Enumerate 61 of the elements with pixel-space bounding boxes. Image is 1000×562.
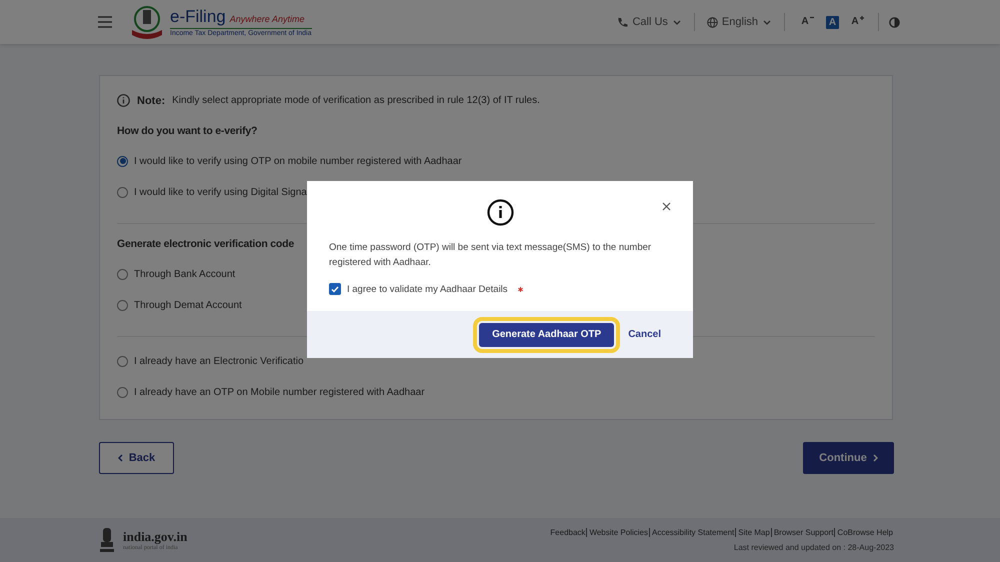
footer-link[interactable]: CoBrowse Help [834,528,894,537]
plus-icon [860,16,864,20]
option-label: I already have an OTP on Mobile number registered with Aadhaar [134,386,425,398]
agree-label: I agree to validate my Aadhaar Details [347,284,508,294]
close-icon [662,202,671,211]
cancel-button[interactable]: Cancel [628,329,661,340]
radio-option[interactable]: I already have an OTP on Mobile number registered with Aadhaar [117,382,425,402]
back-button[interactable]: Back [99,442,174,474]
radio-button[interactable] [117,186,128,198]
note-text: Kindly select appropriate mode of verification as prescribed in rule 12(3) of IT rules. [172,95,540,106]
radio-button[interactable] [117,386,128,398]
footer-link[interactable]: Site Map [735,528,771,537]
phone-icon [617,16,628,28]
brand-tagline: Anywhere Anytime [230,14,304,24]
info-icon [486,199,514,226]
note-label: Note: [137,94,166,106]
decrease-font-button[interactable]: A [801,16,814,28]
caret-icon [672,18,682,26]
generate-otp-button[interactable]: Generate Aadhaar OTP [479,322,614,346]
globe-icon [706,16,718,28]
portal-name[interactable]: india.gov.in [123,529,188,545]
option-label: Through Bank Account [134,268,236,280]
close-button[interactable] [662,201,673,212]
footer-link[interactable]: Accessibility Statement [648,528,736,537]
option-label: I already have an Electronic Verificatio [134,356,304,366]
emblem-logo-icon [130,4,164,40]
option-label: I would like to verify using OTP on mobile number registered with Aadhaar [134,156,462,166]
radio-option[interactable]: I would like to verify using Digital Signa [117,182,307,202]
footer-link[interactable]: Feedback [548,528,586,537]
otp-message: One time password (OTP) will be sent via text message(SMS) to the number registered with Aadhaar. [329,241,652,270]
radio-button[interactable] [117,300,128,310]
brand-name: e-Filing [170,7,226,27]
radio-option[interactable]: I would like to verify using OTP on mobile number registered with Aadhaar [117,151,462,171]
radio-button[interactable] [117,356,128,366]
radio-button[interactable] [117,268,128,280]
radio-button[interactable] [117,156,128,166]
radio-option[interactable]: Through Bank Account [117,264,236,284]
agree-checkbox[interactable] [329,283,341,295]
info-icon [117,94,130,107]
radio-option[interactable]: I already have an Electronic Verificatio [117,351,304,371]
contrast-icon[interactable] [889,16,900,28]
call-us-menu[interactable]: Call Us [605,16,694,28]
option-label: I would like to verify using Digital Signa [134,186,307,198]
checkmark-icon [331,286,339,292]
footer-link[interactable]: Website Policies [586,528,649,537]
language-menu[interactable]: English [694,16,784,28]
chevron-left-icon [118,454,123,462]
continue-button[interactable]: Continue [803,442,894,474]
radio-option[interactable]: Through Demat Account [117,295,242,315]
option-label: Through Demat Account [134,300,242,310]
last-updated-text: Last reviewed and updated on : 28-Aug-2023 [734,543,894,552]
section-heading: How do you want to e-verify? [117,125,258,137]
footer-link[interactable]: Browser Support [770,528,834,537]
increase-font-button[interactable]: A [851,16,864,28]
default-font-button[interactable]: A [826,16,839,28]
emblem-icon [99,526,115,554]
section-heading: Generate electronic verification code [117,238,294,250]
menu-icon[interactable] [98,16,112,28]
minus-icon [810,16,814,20]
caret-icon [762,18,772,26]
chevron-right-icon [872,454,878,462]
